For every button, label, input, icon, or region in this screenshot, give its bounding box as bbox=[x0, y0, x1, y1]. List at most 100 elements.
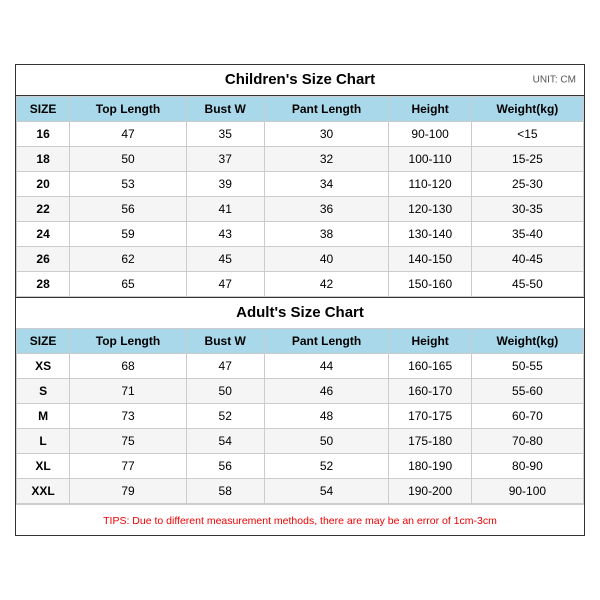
table-cell: 65 bbox=[70, 272, 187, 297]
table-cell: 180-190 bbox=[389, 454, 471, 479]
adult-col-toplength: Top Length bbox=[70, 329, 187, 354]
children-table-body: 1647353090-100<1518503732100-11015-25205… bbox=[17, 122, 584, 297]
table-row: XS684744160-16550-55 bbox=[17, 354, 584, 379]
adult-col-size: SIZE bbox=[17, 329, 70, 354]
table-cell: 15-25 bbox=[471, 147, 583, 172]
table-cell: 39 bbox=[186, 172, 264, 197]
table-cell: 68 bbox=[70, 354, 187, 379]
table-cell: 40-45 bbox=[471, 247, 583, 272]
table-cell: 24 bbox=[17, 222, 70, 247]
table-cell: 26 bbox=[17, 247, 70, 272]
table-row: XL775652180-19080-90 bbox=[17, 454, 584, 479]
table-cell: S bbox=[17, 379, 70, 404]
table-cell: 90-100 bbox=[389, 122, 471, 147]
adult-table-body: XS684744160-16550-55S715046160-17055-60M… bbox=[17, 354, 584, 504]
table-cell: 55-60 bbox=[471, 379, 583, 404]
table-cell: 160-165 bbox=[389, 354, 471, 379]
table-cell: 73 bbox=[70, 404, 187, 429]
adult-table: SIZE Top Length Bust W Pant Length Heigh… bbox=[16, 328, 584, 504]
table-cell: 70-80 bbox=[471, 429, 583, 454]
table-cell: 175-180 bbox=[389, 429, 471, 454]
table-cell: 41 bbox=[186, 197, 264, 222]
table-cell: 90-100 bbox=[471, 479, 583, 504]
table-cell: 40 bbox=[264, 247, 389, 272]
table-row: 1647353090-100<15 bbox=[17, 122, 584, 147]
size-chart: Children's Size Chart UNIT: CM SIZE Top … bbox=[15, 64, 585, 536]
adult-col-pantlength: Pant Length bbox=[264, 329, 389, 354]
children-col-size: SIZE bbox=[17, 97, 70, 122]
table-cell: 77 bbox=[70, 454, 187, 479]
table-row: 24594338130-14035-40 bbox=[17, 222, 584, 247]
children-col-weight: Weight(kg) bbox=[471, 97, 583, 122]
children-header-row: SIZE Top Length Bust W Pant Length Heigh… bbox=[17, 97, 584, 122]
table-row: 28654742150-16045-50 bbox=[17, 272, 584, 297]
table-cell: L bbox=[17, 429, 70, 454]
table-row: S715046160-17055-60 bbox=[17, 379, 584, 404]
children-title-row: Children's Size Chart UNIT: CM bbox=[16, 65, 584, 96]
children-col-pantlength: Pant Length bbox=[264, 97, 389, 122]
table-cell: 44 bbox=[264, 354, 389, 379]
unit-label: UNIT: CM bbox=[533, 75, 576, 86]
table-row: 20533934110-12025-30 bbox=[17, 172, 584, 197]
table-cell: 60-70 bbox=[471, 404, 583, 429]
tips-text: TIPS: Due to different measurement metho… bbox=[103, 515, 497, 527]
table-cell: 130-140 bbox=[389, 222, 471, 247]
table-cell: XL bbox=[17, 454, 70, 479]
adult-col-bustw: Bust W bbox=[186, 329, 264, 354]
table-cell: 71 bbox=[70, 379, 187, 404]
table-cell: 79 bbox=[70, 479, 187, 504]
table-cell: 50 bbox=[186, 379, 264, 404]
table-cell: 80-90 bbox=[471, 454, 583, 479]
table-cell: 35-40 bbox=[471, 222, 583, 247]
table-cell: 140-150 bbox=[389, 247, 471, 272]
table-cell: 16 bbox=[17, 122, 70, 147]
adult-header-row: SIZE Top Length Bust W Pant Length Heigh… bbox=[17, 329, 584, 354]
table-cell: 100-110 bbox=[389, 147, 471, 172]
table-cell: 150-160 bbox=[389, 272, 471, 297]
table-cell: 190-200 bbox=[389, 479, 471, 504]
table-cell: 28 bbox=[17, 272, 70, 297]
table-cell: 54 bbox=[186, 429, 264, 454]
table-cell: 32 bbox=[264, 147, 389, 172]
table-cell: 50 bbox=[70, 147, 187, 172]
table-cell: 170-175 bbox=[389, 404, 471, 429]
table-cell: 160-170 bbox=[389, 379, 471, 404]
table-row: M735248170-17560-70 bbox=[17, 404, 584, 429]
table-cell: 54 bbox=[264, 479, 389, 504]
table-cell: 58 bbox=[186, 479, 264, 504]
adult-col-height: Height bbox=[389, 329, 471, 354]
table-cell: 47 bbox=[70, 122, 187, 147]
children-table: SIZE Top Length Bust W Pant Length Heigh… bbox=[16, 96, 584, 297]
table-cell: 34 bbox=[264, 172, 389, 197]
table-cell: 36 bbox=[264, 197, 389, 222]
table-cell: 35 bbox=[186, 122, 264, 147]
table-cell: 59 bbox=[70, 222, 187, 247]
adult-title-row: Adult's Size Chart bbox=[16, 297, 584, 328]
children-title: Children's Size Chart bbox=[225, 71, 375, 88]
table-cell: 52 bbox=[186, 404, 264, 429]
table-cell: M bbox=[17, 404, 70, 429]
tips-row: TIPS: Due to different measurement metho… bbox=[16, 504, 584, 535]
table-cell: 22 bbox=[17, 197, 70, 222]
table-cell: 42 bbox=[264, 272, 389, 297]
table-cell: 45-50 bbox=[471, 272, 583, 297]
children-col-bustw: Bust W bbox=[186, 97, 264, 122]
table-cell: 25-30 bbox=[471, 172, 583, 197]
table-cell: 47 bbox=[186, 354, 264, 379]
table-cell: 50-55 bbox=[471, 354, 583, 379]
table-cell: 37 bbox=[186, 147, 264, 172]
table-cell: 38 bbox=[264, 222, 389, 247]
table-cell: 62 bbox=[70, 247, 187, 272]
table-cell: XXL bbox=[17, 479, 70, 504]
table-cell: 53 bbox=[70, 172, 187, 197]
table-cell: 47 bbox=[186, 272, 264, 297]
table-cell: XS bbox=[17, 354, 70, 379]
table-cell: 52 bbox=[264, 454, 389, 479]
table-cell: 30 bbox=[264, 122, 389, 147]
table-cell: 20 bbox=[17, 172, 70, 197]
table-row: 26624540140-15040-45 bbox=[17, 247, 584, 272]
table-cell: 46 bbox=[264, 379, 389, 404]
table-cell: 56 bbox=[186, 454, 264, 479]
table-cell: 48 bbox=[264, 404, 389, 429]
table-cell: 75 bbox=[70, 429, 187, 454]
